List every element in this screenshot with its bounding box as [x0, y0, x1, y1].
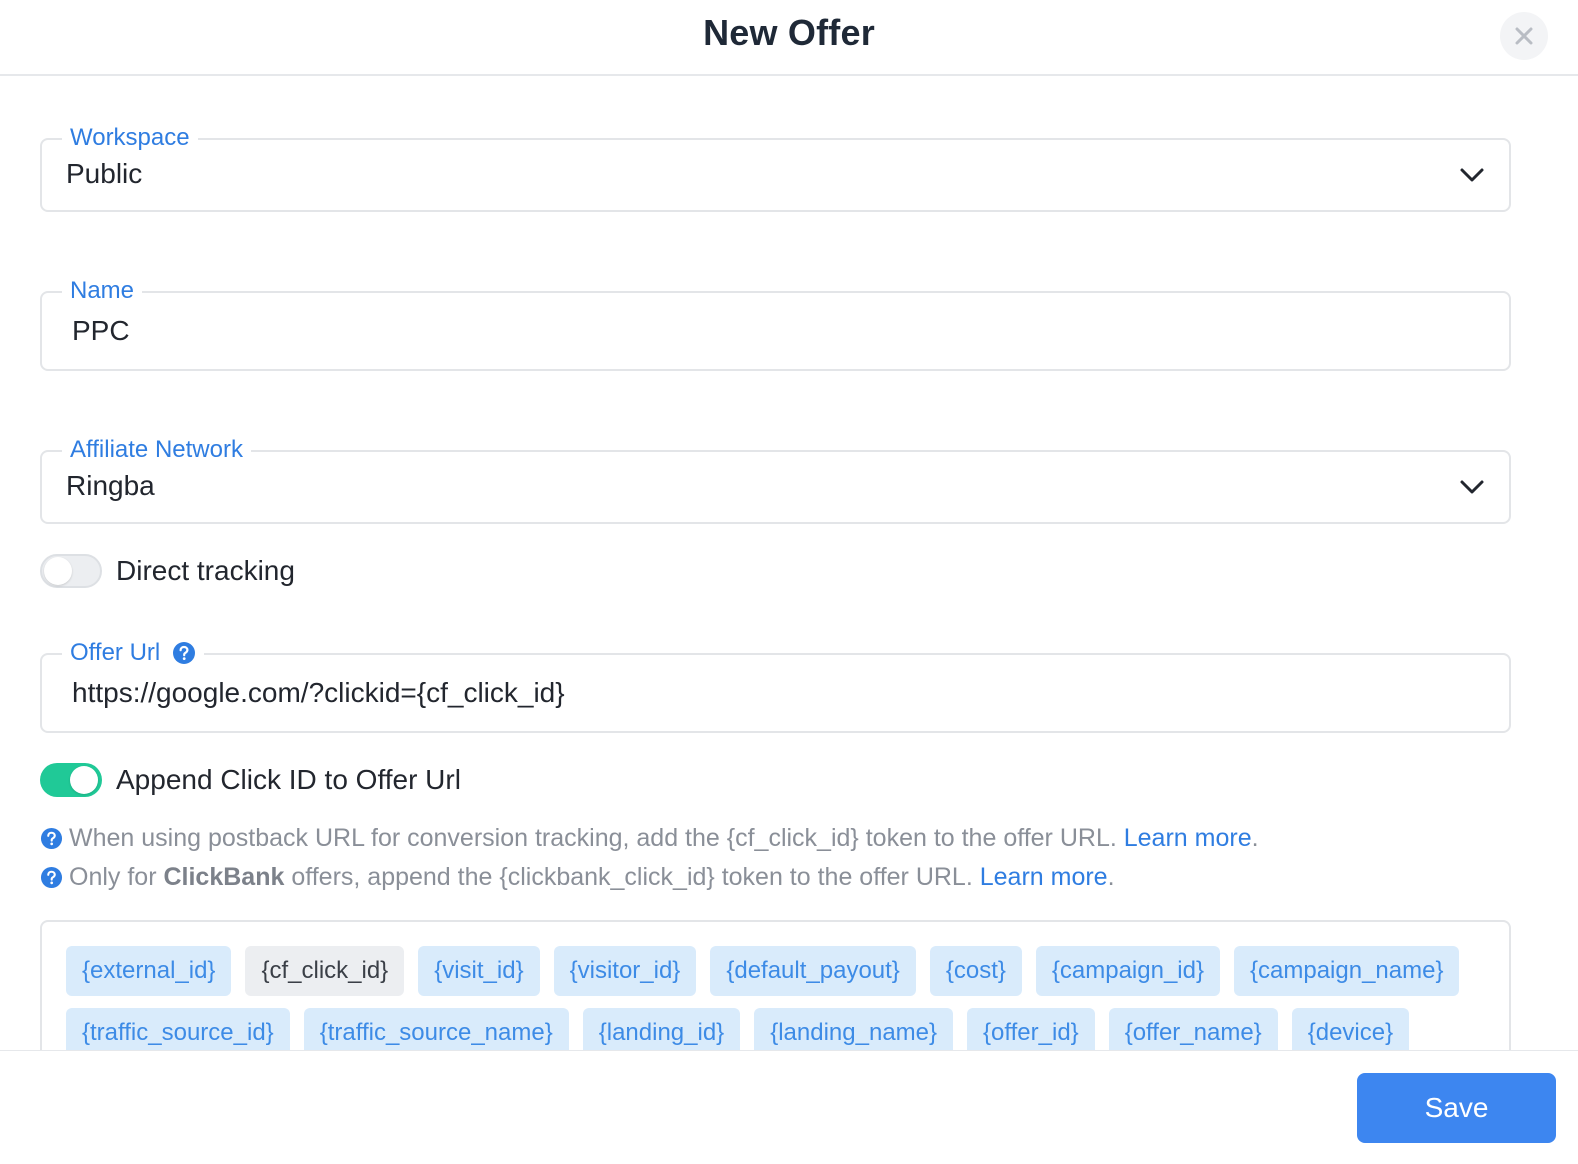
token-chip[interactable]: {default_payout}	[710, 946, 916, 996]
clickbank-hint: Only for ClickBank offers, append the {c…	[40, 863, 1115, 892]
name-label: Name	[62, 276, 143, 306]
append-click-id-toggle[interactable]	[40, 763, 102, 797]
chevron-down-icon	[1460, 480, 1484, 494]
modal-footer: Save	[0, 1050, 1578, 1164]
token-chip[interactable]: {device}	[1291, 1008, 1410, 1050]
workspace-label: Workspace	[62, 123, 198, 153]
workspace-select[interactable]: Workspace Public	[40, 123, 1511, 212]
clickbank-hint-prefix: Only for	[69, 863, 157, 891]
token-chip[interactable]: {landing_name}	[754, 1008, 954, 1050]
clickbank-hint-text: offers, append the {clickbank_click_id} …	[291, 863, 973, 891]
append-click-id-label: Append Click ID to Offer Url	[116, 764, 461, 795]
token-chip[interactable]: {external_id}	[66, 946, 232, 996]
modal-body: Workspace Public Name PPC Affiliate Netw…	[0, 78, 1578, 1050]
modal-title: New Offer	[703, 12, 875, 53]
affiliate-network-value: Ringba	[66, 470, 155, 501]
token-chip[interactable]: {campaign_id}	[1035, 946, 1220, 996]
token-chip[interactable]: {traffic_source_id}	[66, 1008, 290, 1050]
affiliate-network-label: Affiliate Network	[62, 435, 251, 465]
postback-hint-end: .	[1251, 824, 1259, 852]
token-chip[interactable]: {visitor_id}	[553, 946, 697, 996]
affiliate-network-select[interactable]: Affiliate Network Ringba	[40, 435, 1511, 524]
workspace-value: Public	[66, 158, 143, 189]
token-chip[interactable]: {cf_click_id}	[245, 946, 405, 996]
token-chip[interactable]: {traffic_source_name}	[303, 1008, 569, 1050]
offer-url-field[interactable]: Offer Url https://google.com/?clickid={c…	[40, 638, 1511, 733]
save-button[interactable]: Save	[1357, 1073, 1556, 1143]
offer-url-value: https://google.com/?clickid={cf_click_id…	[72, 677, 565, 708]
offer-url-label: Offer Url	[62, 638, 205, 668]
token-chip[interactable]: {offer_id}	[967, 1008, 1095, 1050]
postback-hint-text: When using postback URL for conversion t…	[69, 824, 1117, 852]
token-chip[interactable]: {landing_id}	[582, 1008, 741, 1050]
token-chip[interactable]: {offer_name}	[1108, 1008, 1278, 1050]
clickbank-hint-bold: ClickBank	[163, 863, 285, 891]
workspace-label-text: Workspace	[70, 124, 190, 151]
direct-tracking-label: Direct tracking	[116, 555, 295, 586]
toggle-knob	[44, 557, 72, 585]
direct-tracking-row: Direct tracking	[40, 554, 295, 588]
help-icon	[40, 866, 63, 889]
close-button[interactable]	[1500, 12, 1548, 60]
help-icon[interactable]	[172, 641, 196, 665]
name-label-text: Name	[70, 277, 135, 304]
clickbank-hint-end: .	[1107, 863, 1115, 891]
help-icon	[40, 827, 63, 850]
learn-more-link[interactable]: Learn more	[980, 863, 1108, 892]
affiliate-network-label-text: Affiliate Network	[70, 436, 243, 463]
toggle-knob	[70, 766, 98, 794]
token-chip[interactable]: {cost}	[929, 946, 1022, 996]
modal-header: New Offer	[0, 0, 1578, 76]
learn-more-link[interactable]: Learn more	[1124, 824, 1252, 853]
name-field[interactable]: Name PPC	[40, 276, 1511, 371]
token-list: {external_id} {cf_click_id} {visit_id} {vis…	[66, 946, 1486, 1050]
name-value: PPC	[72, 315, 130, 346]
postback-hint: When using postback URL for conversion t…	[40, 824, 1259, 853]
append-click-id-row: Append Click ID to Offer Url	[40, 763, 461, 797]
chevron-down-icon	[1460, 168, 1484, 182]
direct-tracking-toggle[interactable]	[40, 554, 102, 588]
tokens-panel: {external_id} {cf_click_id} {visit_id} {vis…	[40, 920, 1511, 1050]
token-chip[interactable]: {visit_id}	[418, 946, 540, 996]
close-icon	[1515, 27, 1533, 45]
token-chip[interactable]: {campaign_name}	[1234, 946, 1460, 996]
offer-url-label-text: Offer Url	[70, 639, 161, 666]
